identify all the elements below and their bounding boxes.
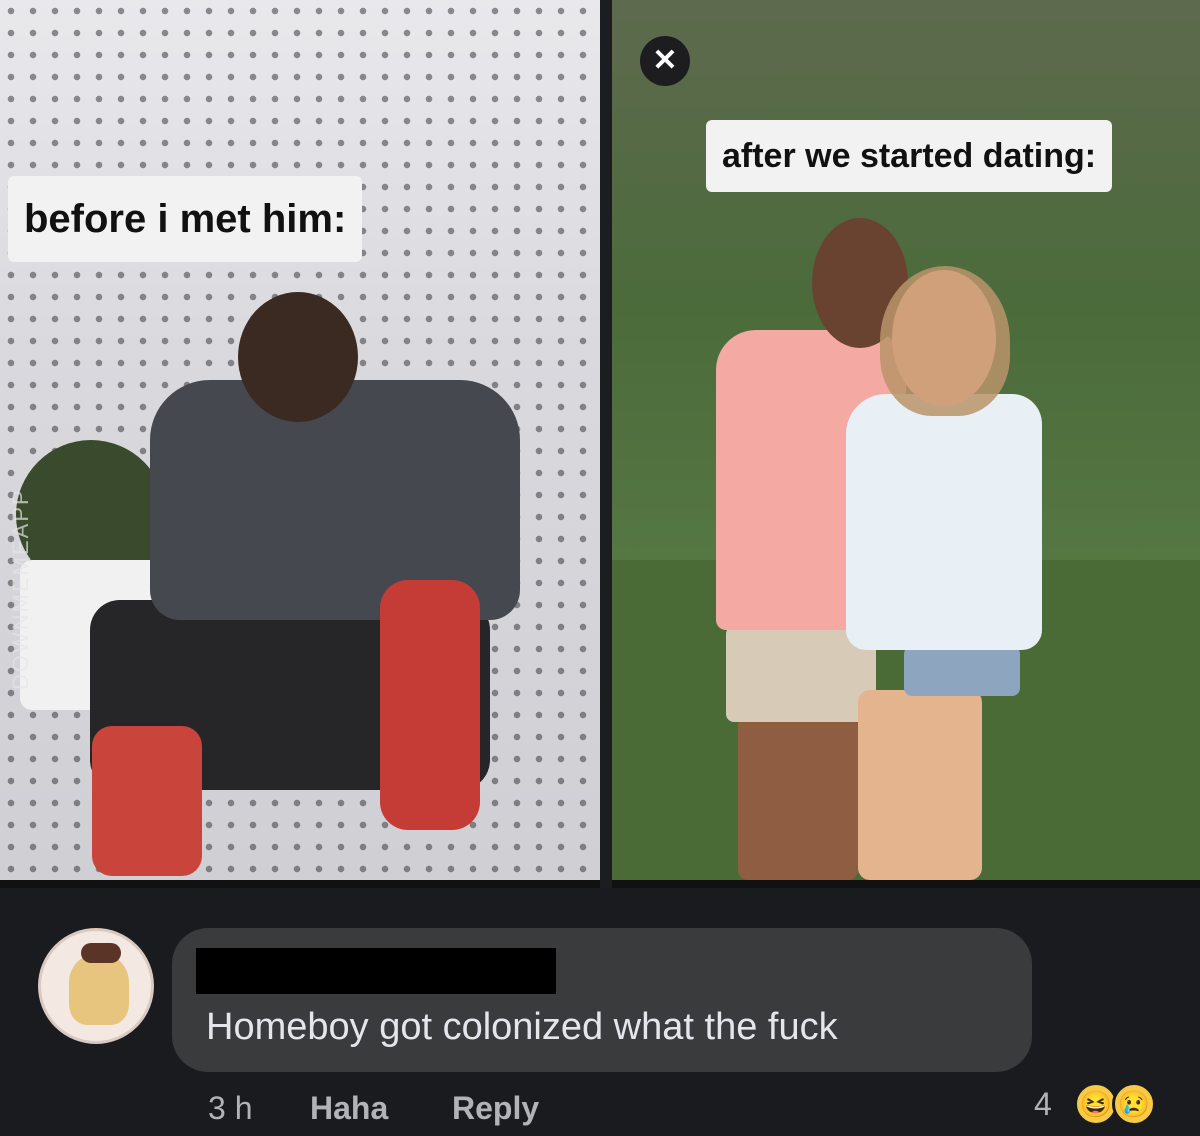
comment-text: Homeboy got colonized what the fuck — [206, 1006, 838, 1048]
watermark: DOWNMEMEAPP — [8, 488, 33, 690]
after-caption: after we started dating: — [706, 120, 1113, 192]
avatar-face — [69, 955, 129, 1025]
woman-top — [846, 394, 1042, 650]
red-shoe — [92, 726, 202, 876]
before-caption: before i met him: — [8, 176, 363, 262]
woman-shorts — [904, 646, 1020, 696]
sad-emoji-icon: 😢 — [1112, 1082, 1156, 1126]
woman-head — [892, 270, 996, 406]
red-pants-leg — [380, 580, 480, 830]
avatar[interactable] — [38, 928, 154, 1044]
haha-button[interactable]: Haha — [310, 1090, 388, 1127]
close-icon[interactable]: ✕ — [640, 36, 690, 86]
avatar-hat — [81, 943, 121, 963]
comment: Homeboy got colonized what the fuck 3 h … — [0, 888, 1200, 1134]
woman-legs — [858, 690, 982, 880]
man-legs — [738, 716, 858, 880]
comment-bubble: Homeboy got colonized what the fuck — [172, 928, 1032, 1072]
person-head — [238, 292, 358, 422]
panel-divider — [600, 0, 612, 888]
reaction-count: 4 — [1034, 1086, 1052, 1122]
before-photo — [0, 0, 600, 880]
redacted-author-name — [196, 948, 556, 994]
meme-image: before i met him: after we started datin… — [0, 0, 1200, 888]
reply-button[interactable]: Reply — [452, 1090, 539, 1127]
comment-time: 3 h — [208, 1090, 253, 1126]
